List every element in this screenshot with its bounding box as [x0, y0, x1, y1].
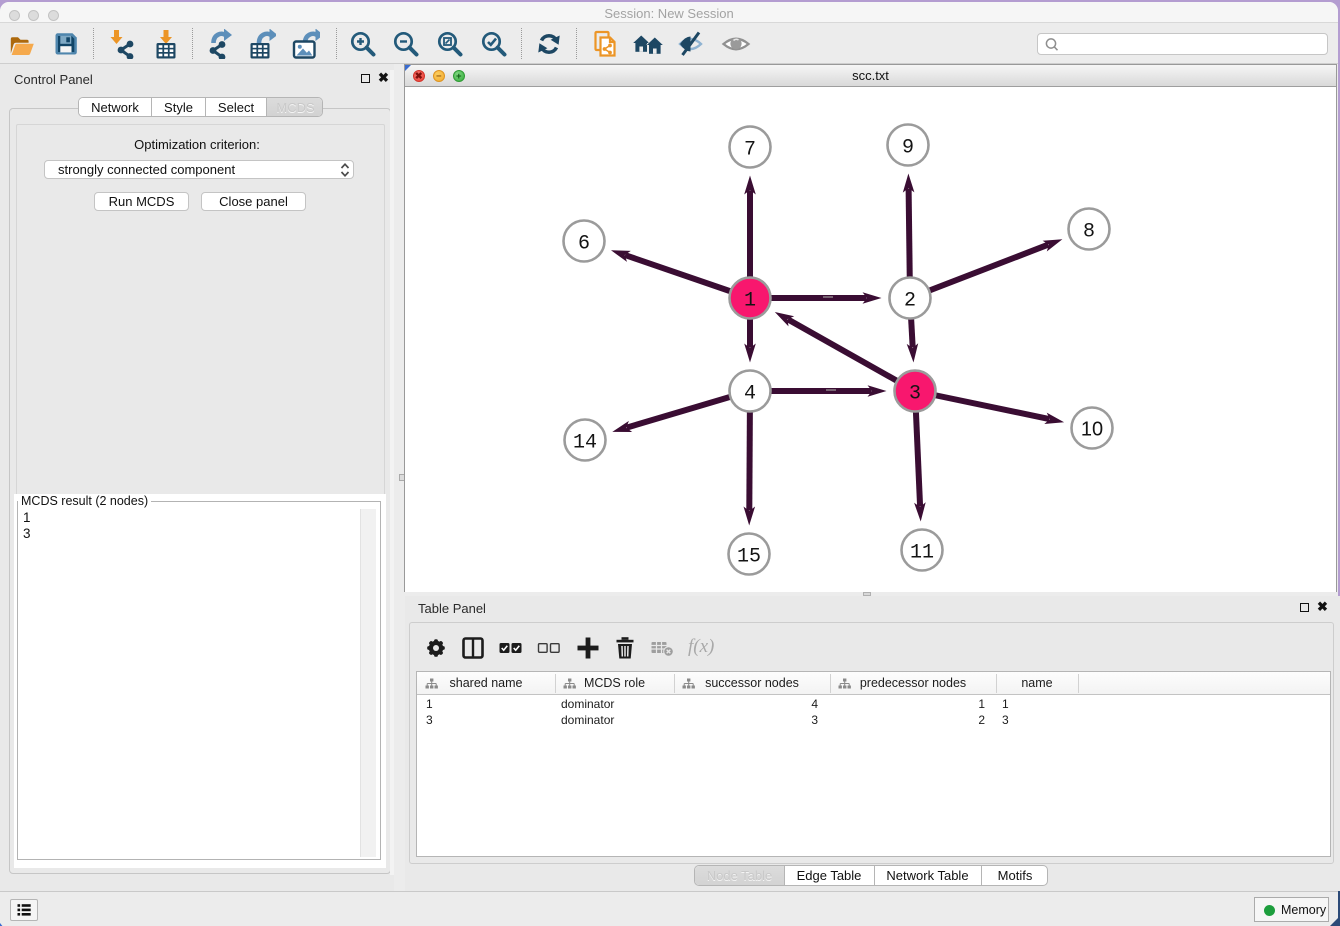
- svg-text:10: 10: [1081, 419, 1103, 441]
- svg-text:8: 8: [1083, 221, 1095, 244]
- svg-text:9: 9: [902, 137, 914, 160]
- svg-text:7: 7: [744, 139, 756, 162]
- svg-text:2: 2: [904, 290, 916, 313]
- svg-text:1: 1: [744, 290, 756, 313]
- svg-text:11: 11: [910, 542, 934, 565]
- svg-text:15: 15: [737, 546, 761, 569]
- svg-text:3: 3: [909, 383, 921, 406]
- svg-text:4: 4: [744, 383, 756, 406]
- svg-text:14: 14: [573, 432, 597, 455]
- svg-text:6: 6: [578, 233, 590, 256]
